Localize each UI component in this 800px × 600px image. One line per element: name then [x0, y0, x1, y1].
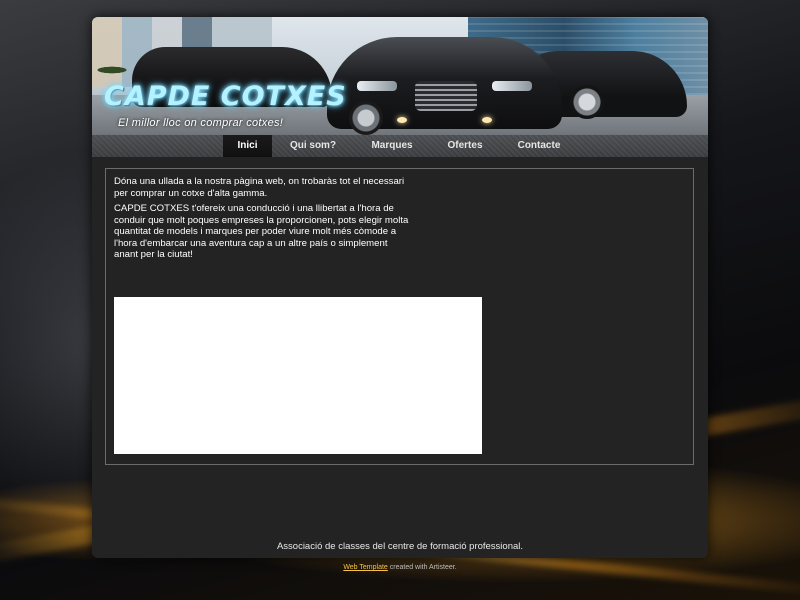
nav-item-contacte[interactable]: Contacte — [502, 135, 576, 157]
intro-paragraph: Dóna una ullada a la nostra pàgina web, … — [114, 176, 405, 199]
media-placeholder — [114, 297, 482, 454]
page-credit: Web Template created with Artisteer. — [0, 564, 800, 571]
car-wheel-image — [349, 101, 383, 135]
credit-suffix: created with Artisteer. — [387, 564, 457, 571]
car-headlight-image — [492, 81, 532, 91]
web-template-link[interactable]: Web Template — [343, 564, 388, 571]
car-wheel-image — [570, 85, 604, 119]
header-main-car-image — [327, 37, 562, 135]
main-content: Dóna una ullada a la nostra pàgina web, … — [105, 168, 694, 465]
car-grille-image — [415, 81, 477, 111]
footer-text: Associació de classes del centre de form… — [276, 541, 524, 552]
car-foglight-image — [482, 117, 492, 123]
car-headlight-image — [357, 81, 397, 91]
site-slogan: El millor lloc on comprar cotxes! — [118, 117, 284, 129]
nav-item-ofertes[interactable]: Ofertes — [434, 135, 496, 157]
site-logo: CAPDE COTXES — [104, 81, 347, 112]
nav-item-marques[interactable]: Marques — [354, 135, 430, 157]
nav-item-qui-som[interactable]: Qui som? — [278, 135, 348, 157]
car-foglight-image — [397, 117, 407, 123]
description-paragraph: CAPDE COTXES t'ofereix una conducció i u… — [114, 203, 409, 261]
main-nav: Inici Qui som? Marques Ofertes Contacte — [92, 135, 708, 157]
nav-item-inici[interactable]: Inici — [223, 135, 272, 157]
header-banner: CAPDE COTXES El millor lloc on comprar c… — [92, 17, 708, 135]
page-sheet: CAPDE COTXES El millor lloc on comprar c… — [92, 17, 708, 558]
